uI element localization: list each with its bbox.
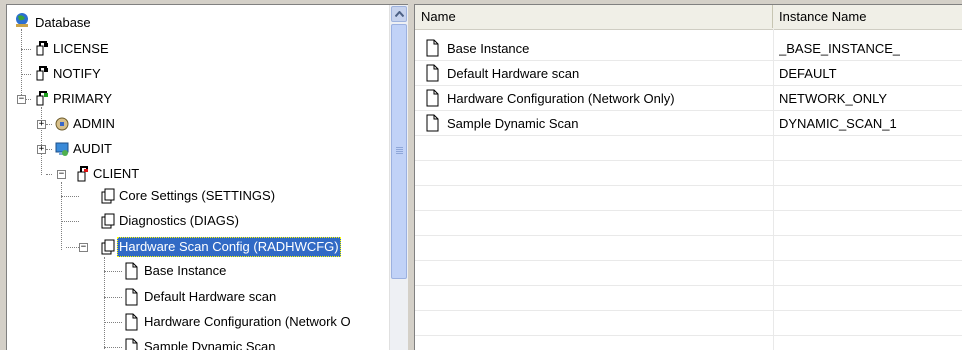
empty-row	[415, 237, 962, 261]
class-icon	[99, 187, 117, 205]
tree-connector	[46, 174, 52, 175]
scroll-up-button[interactable]	[391, 6, 407, 22]
cell-name: Default Hardware scan	[447, 66, 580, 81]
editor-window: Database LICENSE NOTIFY − PRIMARY + ADMI…	[0, 0, 962, 350]
tree-connector	[46, 124, 52, 125]
cell-name: Hardware Configuration (Network Only)	[447, 91, 675, 106]
tree-connector	[61, 196, 79, 197]
cell-instance-name: NETWORK_ONLY	[779, 91, 888, 106]
empty-row	[415, 137, 962, 161]
tree-item-label: Sample Dynamic Scan	[144, 339, 276, 350]
tree-connector	[66, 247, 79, 248]
chevron-up-icon	[395, 11, 404, 17]
cell-instance-name: _BASE_INSTANCE_	[779, 41, 901, 56]
empty-row	[415, 312, 962, 336]
tree-item-label: Base Instance	[144, 263, 227, 278]
tree-item-label: Diagnostics (DIAGS)	[119, 213, 239, 228]
tree-item-license[interactable]: LICENSE	[33, 39, 111, 59]
audit-domain-icon	[53, 140, 71, 158]
cell-instance-name: DEFAULT	[779, 66, 837, 81]
tree-item-diagnostics[interactable]: Diagnostics (DIAGS)	[99, 211, 241, 231]
database-icon	[13, 11, 31, 29]
class-icon	[99, 238, 117, 256]
empty-row	[415, 287, 962, 311]
column-header-instance-name[interactable]: Instance Name	[773, 5, 962, 28]
expand-toggle[interactable]: +	[37, 120, 46, 129]
empty-row	[415, 212, 962, 236]
tree-connector	[21, 49, 31, 50]
list-item[interactable]: Hardware Configuration (Network Only) NE…	[415, 87, 962, 111]
tree-item-default-hardware-scan[interactable]: Default Hardware scan	[122, 287, 278, 307]
instance-list-view[interactable]: Name Instance Name Base Instance _BASE_I…	[414, 4, 962, 350]
tree-item-label: ADMIN	[73, 116, 115, 131]
tree-item-label: Database	[35, 15, 91, 30]
list-header: Name Instance Name	[415, 5, 962, 30]
admin-domain-icon	[53, 115, 71, 133]
tree-item-admin[interactable]: ADMIN	[53, 114, 117, 134]
client-domain-icon	[73, 165, 91, 183]
list-item[interactable]: Sample Dynamic Scan DYNAMIC_SCAN_1	[415, 112, 962, 136]
tree-item-base-instance[interactable]: Base Instance	[122, 261, 228, 281]
domain-icon	[33, 90, 51, 108]
tree-item-database[interactable]: Database	[13, 13, 93, 33]
collapse-toggle[interactable]: −	[57, 170, 66, 179]
tree-item-label: LICENSE	[53, 41, 109, 56]
tree-connector	[21, 74, 31, 75]
tree-view[interactable]: Database LICENSE NOTIFY − PRIMARY + ADMI…	[6, 4, 408, 350]
column-header-name[interactable]: Name	[415, 5, 773, 28]
tree-connector	[61, 221, 79, 222]
empty-row	[415, 187, 962, 211]
tree-connector	[61, 182, 62, 250]
empty-row	[415, 162, 962, 186]
empty-row	[415, 262, 962, 286]
tree-connector	[41, 107, 42, 175]
instance-icon	[423, 89, 441, 107]
tree-item-audit[interactable]: AUDIT	[53, 139, 114, 159]
cell-name: Sample Dynamic Scan	[447, 116, 579, 131]
tree-item-label: Default Hardware scan	[144, 289, 277, 304]
list-item[interactable]: Base Instance _BASE_INSTANCE_	[415, 37, 962, 61]
tree-connector	[21, 29, 22, 99]
instance-icon	[423, 114, 441, 132]
tree-connector	[104, 322, 122, 323]
scroll-thumb[interactable]	[391, 24, 407, 279]
class-icon	[99, 212, 117, 230]
tree-connector	[46, 149, 52, 150]
tree-item-label: Hardware Configuration (Network O	[144, 314, 351, 329]
tree-item-label: CLIENT	[93, 166, 140, 181]
instance-icon	[122, 288, 140, 306]
domain-icon	[33, 65, 51, 83]
tree-item-sample-dynamic-scan[interactable]: Sample Dynamic Scan	[122, 337, 278, 350]
instance-icon	[423, 64, 441, 82]
tree-scrollbar[interactable]	[389, 5, 408, 350]
cell-name: Base Instance	[447, 41, 530, 56]
tree-item-hardware-scan-config[interactable]: Hardware Scan Config (RADHWCFG)	[99, 237, 341, 257]
instance-icon	[122, 262, 140, 280]
tree-connector	[26, 99, 31, 100]
list-item[interactable]: Default Hardware scan DEFAULT	[415, 62, 962, 86]
instance-icon	[122, 313, 140, 331]
grip-icon	[396, 147, 403, 155]
instance-icon	[122, 338, 140, 350]
tree-item-core-settings[interactable]: Core Settings (SETTINGS)	[99, 186, 277, 206]
domain-icon	[33, 40, 51, 58]
tree-item-label: Core Settings (SETTINGS)	[119, 188, 276, 203]
tree-item-hardware-configuration[interactable]: Hardware Configuration (Network O	[122, 312, 353, 332]
tree-connector	[104, 271, 122, 272]
instance-icon	[423, 39, 441, 57]
tree-item-label: PRIMARY	[53, 91, 112, 106]
tree-item-client[interactable]: CLIENT	[73, 164, 141, 184]
tree-item-primary[interactable]: PRIMARY	[33, 89, 114, 109]
collapse-toggle[interactable]: −	[17, 95, 26, 104]
tree-content: Database LICENSE NOTIFY − PRIMARY + ADMI…	[7, 5, 391, 350]
collapse-toggle[interactable]: −	[79, 243, 88, 252]
tree-item-label: Hardware Scan Config (RADHWCFG)	[117, 237, 341, 257]
tree-connector	[104, 297, 122, 298]
cell-instance-name: DYNAMIC_SCAN_1	[779, 116, 897, 131]
expand-toggle[interactable]: +	[37, 145, 46, 154]
tree-item-notify[interactable]: NOTIFY	[33, 64, 103, 84]
tree-item-label: NOTIFY	[53, 66, 101, 81]
tree-connector	[104, 347, 122, 348]
tree-item-label: AUDIT	[73, 141, 112, 156]
